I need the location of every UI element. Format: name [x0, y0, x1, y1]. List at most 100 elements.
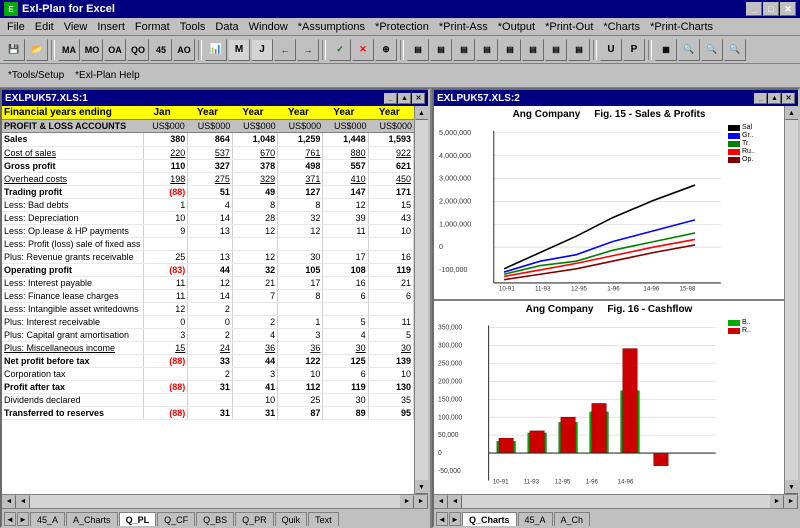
grid-btn3[interactable]: ▤ — [453, 39, 475, 61]
right-tab-45-a[interactable]: 45_A — [518, 512, 553, 526]
row-value: 147 — [323, 185, 368, 198]
zoom-out-button[interactable]: 🔍 — [701, 39, 723, 61]
spreadsheet-content: Financial years ending Jan Year Year Yea… — [2, 106, 414, 494]
tab-q-cf[interactable]: Q_CF — [157, 512, 195, 526]
menu-format[interactable]: Format — [130, 20, 175, 34]
right-tab-prev-btn[interactable]: ◄ — [436, 512, 448, 526]
scroll-left2-btn[interactable]: ◄ — [16, 495, 30, 509]
grid-btn2[interactable]: ▤ — [430, 39, 452, 61]
grid-btn8[interactable]: ▤ — [568, 39, 590, 61]
legend-color-op — [728, 157, 740, 163]
mo-button[interactable]: MO — [81, 39, 103, 61]
menu-tools[interactable]: Tools — [175, 20, 211, 34]
currency-row: PROFIT & LOSS ACCOUNTS US$000 US$000 US$… — [2, 120, 414, 133]
table-row: Less: Profit (loss) sale of fixed ass — [2, 237, 414, 250]
ao-button[interactable]: AO — [173, 39, 195, 61]
right-tab-q-charts[interactable]: Q_Charts — [462, 512, 517, 526]
row-value: 327 — [188, 159, 233, 172]
scroll-left-btn[interactable]: ◄ — [2, 495, 16, 509]
legend-color-ru — [728, 149, 740, 155]
row-value: 33 — [188, 354, 233, 367]
menu-print-out[interactable]: *Print-Out — [540, 20, 598, 34]
right-scroll-left2-btn[interactable]: ◄ — [448, 495, 462, 509]
45-button[interactable]: 45 — [150, 39, 172, 61]
right-scroll-left-btn[interactable]: ◄ — [434, 495, 448, 509]
tab-45-a[interactable]: 45_A — [30, 512, 65, 526]
tools-setup-menu[interactable]: *Tools/Setup — [3, 69, 69, 82]
scroll-up-btn[interactable]: ▲ — [415, 106, 429, 120]
menu-assumptions[interactable]: *Assumptions — [293, 20, 370, 34]
tab-next-btn[interactable]: ► — [17, 512, 29, 526]
row-value: 10 — [278, 367, 323, 380]
zoom-fit-button[interactable]: 🔍 — [724, 39, 746, 61]
grid-btn1[interactable]: ▤ — [407, 39, 429, 61]
menu-output[interactable]: *Output — [493, 20, 540, 34]
p-button[interactable]: P — [623, 39, 645, 61]
legend2-label-b: B.. — [742, 319, 751, 326]
open-button[interactable]: 📂 — [26, 39, 48, 61]
forward-button[interactable]: → — [297, 39, 319, 61]
left-maximize-btn[interactable]: ▲ — [398, 93, 411, 104]
tab-q-pl[interactable]: Q_PL — [119, 512, 157, 526]
menu-data[interactable]: Data — [210, 20, 243, 34]
menu-view[interactable]: View — [59, 20, 93, 34]
grid-btn7[interactable]: ▤ — [545, 39, 567, 61]
tab-a-charts[interactable]: A_Charts — [66, 512, 118, 526]
row-value — [188, 237, 233, 250]
legend-label-gr: Gr.. — [742, 132, 753, 139]
menu-edit[interactable]: Edit — [30, 20, 59, 34]
row-value: 127 — [278, 185, 323, 198]
tab-text[interactable]: Text — [308, 512, 339, 526]
grid-btn5[interactable]: ▤ — [499, 39, 521, 61]
menu-file[interactable]: File — [2, 20, 30, 34]
qo-button[interactable]: QO — [127, 39, 149, 61]
plus-button[interactable]: ⊕ — [375, 39, 397, 61]
exl-plan-help-menu[interactable]: *Exl-Plan Help — [70, 69, 144, 82]
check-button[interactable]: ✓ — [329, 39, 351, 61]
row-value: 12 — [278, 224, 323, 237]
tab-prev-btn[interactable]: ◄ — [4, 512, 16, 526]
menu-charts[interactable]: *Charts — [598, 20, 645, 34]
right-scroll-down-btn[interactable]: ▼ — [785, 480, 799, 494]
right-tab-a-ch[interactable]: A_Ch — [554, 512, 591, 526]
menu-print-charts[interactable]: *Print-Charts — [645, 20, 718, 34]
row-value: 8 — [278, 198, 323, 211]
table-row: Profit after tax(88)3141112119130 — [2, 380, 414, 393]
hash-button[interactable]: ▦ — [655, 39, 677, 61]
menu-print-ass[interactable]: *Print-Ass — [434, 20, 493, 34]
grid-btn6[interactable]: ▤ — [522, 39, 544, 61]
menu-protection[interactable]: *Protection — [370, 20, 434, 34]
save-button[interactable]: 💾 — [3, 39, 25, 61]
tab-q-bs[interactable]: Q_BS — [196, 512, 234, 526]
right-scroll-right2-btn[interactable]: ► — [770, 495, 784, 509]
ma-button[interactable]: MA — [58, 39, 80, 61]
tab-quik[interactable]: Quik — [275, 512, 308, 526]
u-button[interactable]: U — [600, 39, 622, 61]
chart-button[interactable]: 📊 — [205, 39, 227, 61]
right-maximize-btn[interactable]: ▲ — [768, 93, 781, 104]
close-button[interactable]: ✕ — [780, 2, 796, 16]
back-button[interactable]: ← — [274, 39, 296, 61]
scroll-down-btn[interactable]: ▼ — [415, 480, 429, 494]
right-scroll-up-btn[interactable]: ▲ — [785, 106, 799, 120]
minimize-button[interactable]: _ — [746, 2, 762, 16]
right-tab-next-btn[interactable]: ► — [449, 512, 461, 526]
maximize-button[interactable]: □ — [763, 2, 779, 16]
left-minimize-btn[interactable]: _ — [384, 93, 397, 104]
right-scroll-right-btn[interactable]: ► — [784, 495, 798, 509]
oa-button[interactable]: OA — [104, 39, 126, 61]
grid-btn4[interactable]: ▤ — [476, 39, 498, 61]
cancel-x-button[interactable]: ✕ — [352, 39, 374, 61]
menu-window[interactable]: Window — [244, 20, 293, 34]
zoom-in-button[interactable]: 🔍 — [678, 39, 700, 61]
tab-q-pr[interactable]: Q_PR — [235, 512, 274, 526]
scroll-right2-btn[interactable]: ► — [400, 495, 414, 509]
menu-insert[interactable]: Insert — [92, 20, 130, 34]
svg-text:-50,000: -50,000 — [438, 468, 461, 475]
left-close-btn[interactable]: ✕ — [412, 93, 425, 104]
m-button[interactable]: M — [228, 39, 250, 61]
scroll-right-btn[interactable]: ► — [414, 495, 428, 509]
right-minimize-btn[interactable]: _ — [754, 93, 767, 104]
right-close-btn[interactable]: ✕ — [782, 93, 795, 104]
j-button[interactable]: J — [251, 39, 273, 61]
